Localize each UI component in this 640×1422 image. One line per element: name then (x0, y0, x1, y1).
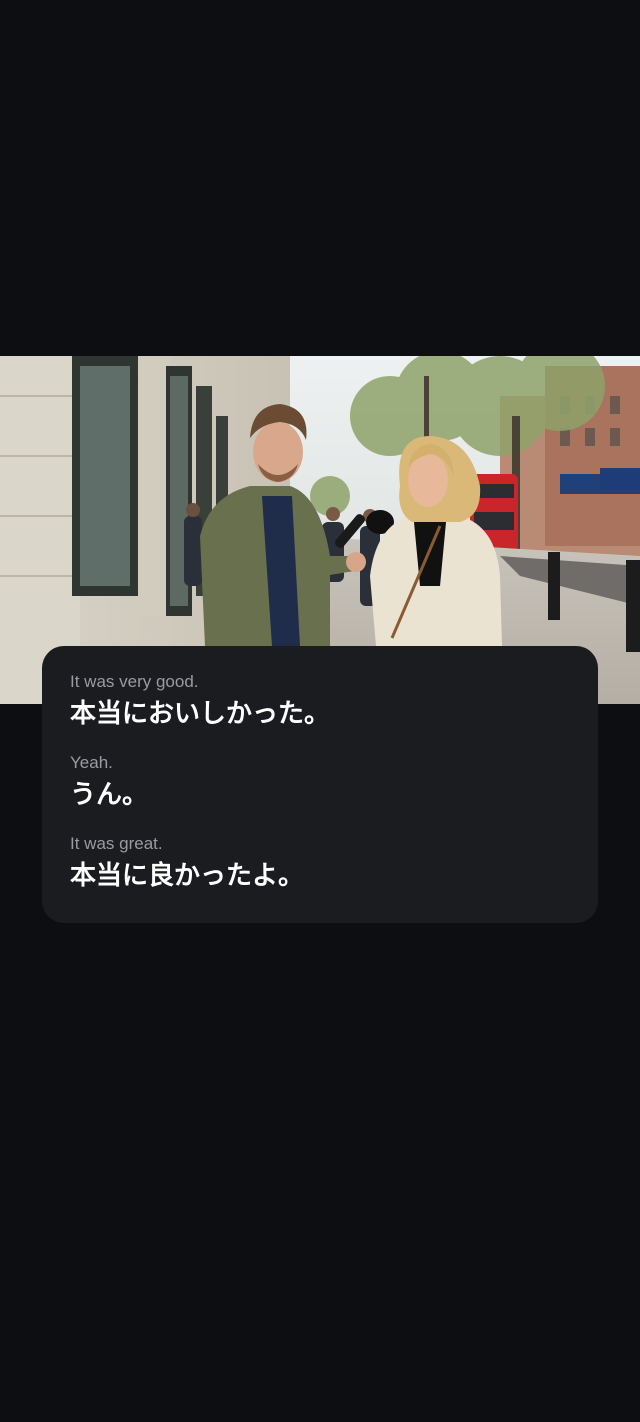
subtitle-card: It was very good. 本当においしかった。 Yeah. うん。 I… (42, 646, 598, 923)
subtitle-pair: Yeah. うん。 (70, 753, 570, 815)
japanese-subtitle[interactable]: うん。 (70, 775, 570, 815)
subtitle-pair: It was great. 本当に良かったよ。 (70, 834, 570, 896)
japanese-subtitle[interactable]: 本当においしかった。 (70, 694, 570, 734)
subtitle-pair: It was very good. 本当においしかった。 (70, 672, 570, 734)
japanese-subtitle[interactable]: 本当に良かったよ。 (70, 856, 570, 896)
english-translation: It was great. (70, 834, 163, 853)
english-translation: It was very good. (70, 672, 199, 691)
english-translation: Yeah. (70, 753, 113, 772)
